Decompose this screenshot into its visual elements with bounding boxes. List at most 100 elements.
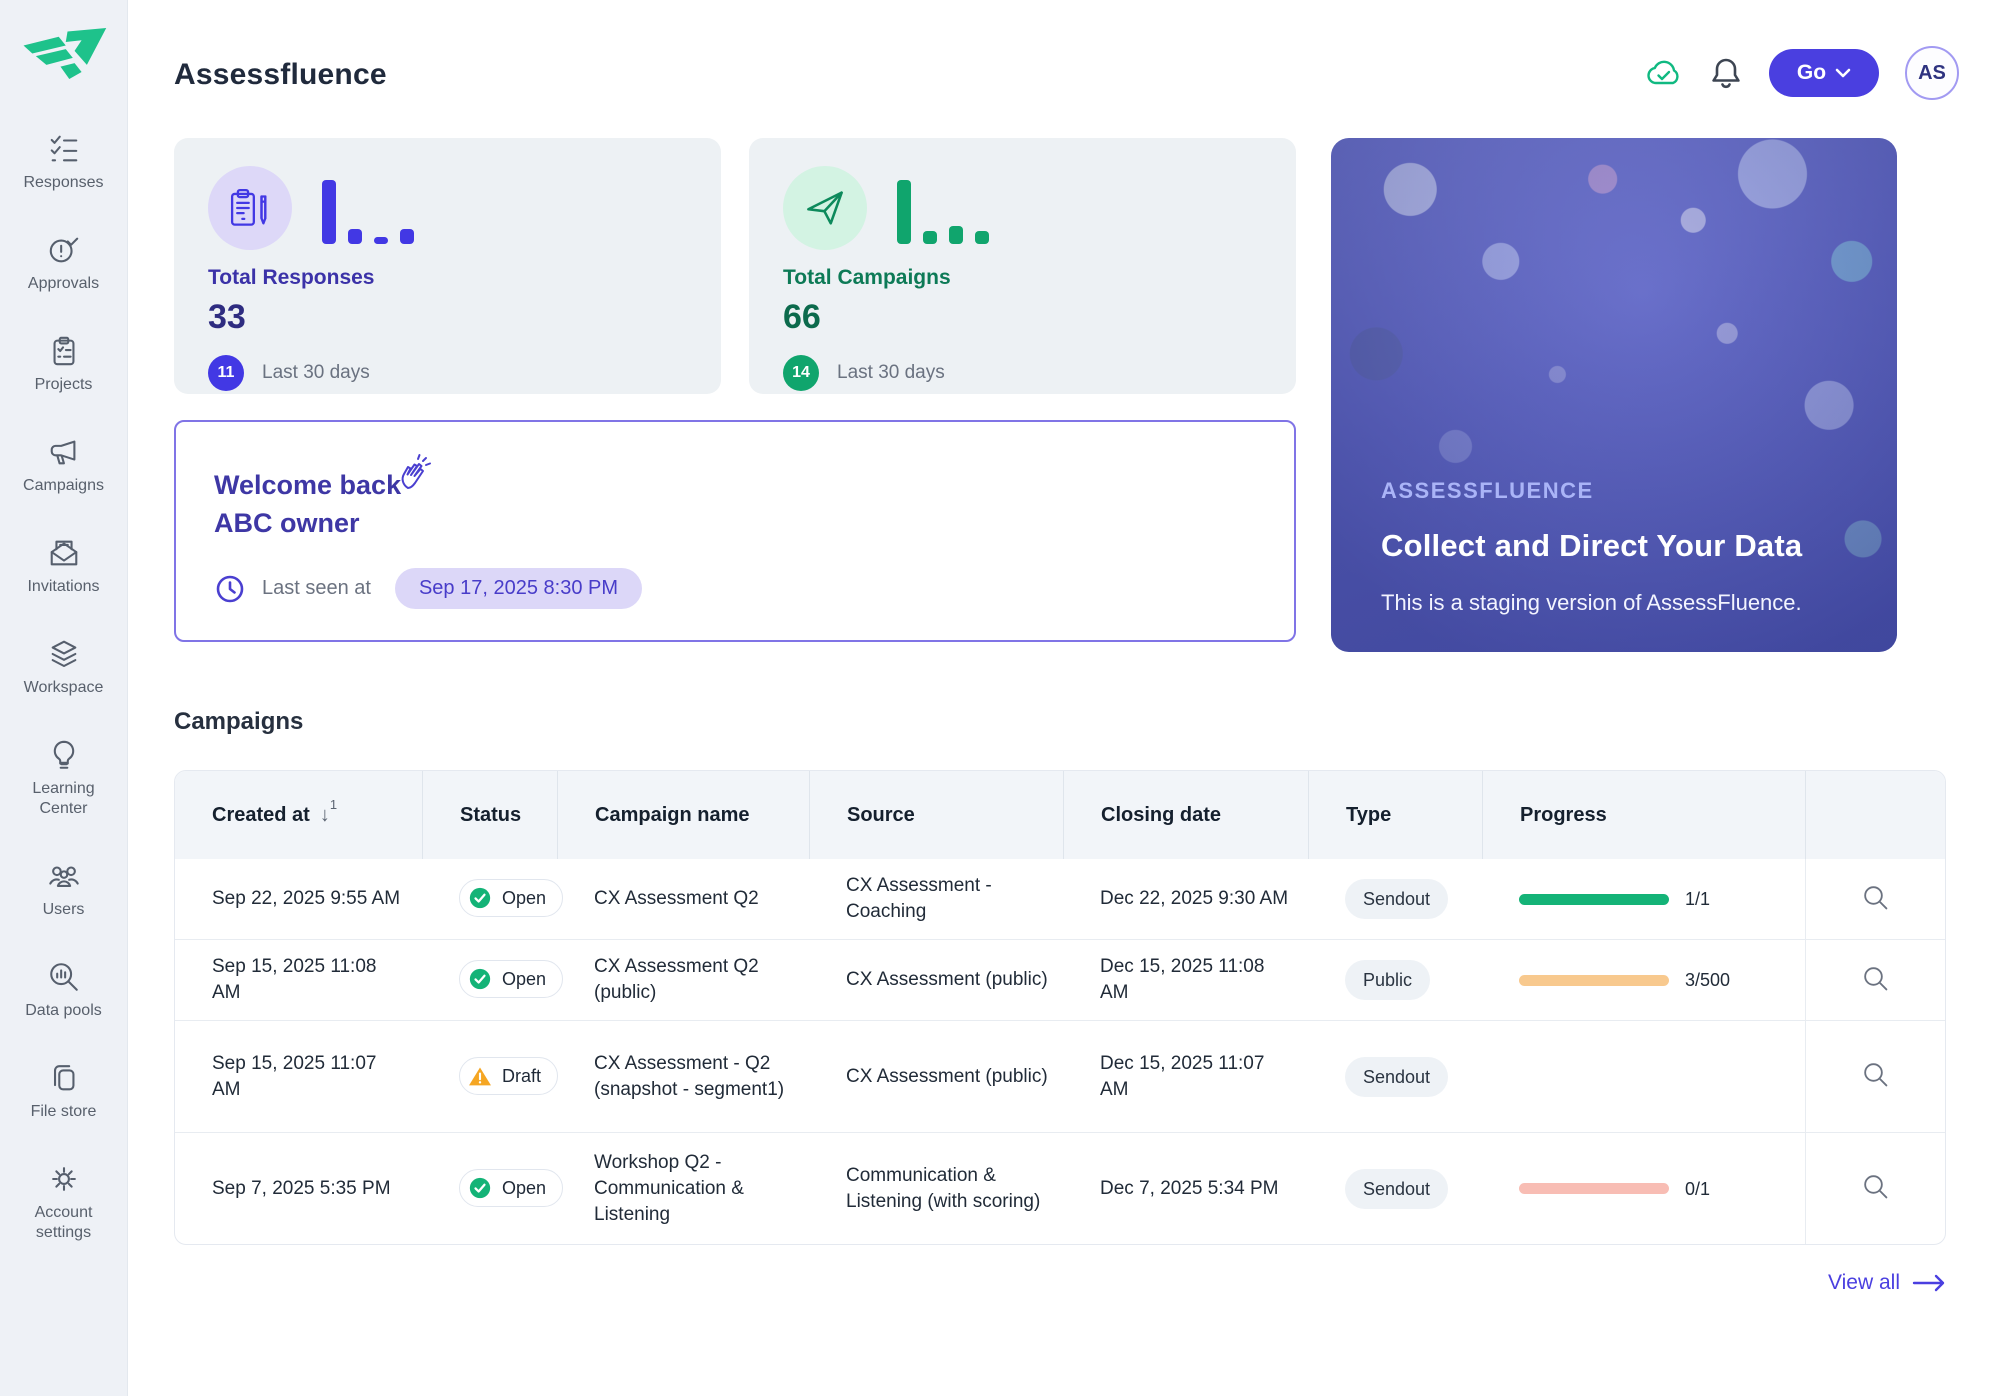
table-body: Sep 22, 2025 9:55 AMOpenCX Assessment Q2… (175, 859, 1945, 1244)
sidebar-item-approvals[interactable]: Approvals (0, 233, 127, 294)
column-header-created-at[interactable]: Created at ↓1 (175, 771, 422, 859)
check-circle-icon (467, 885, 493, 911)
sidebar-item-users[interactable]: Users (0, 859, 127, 920)
type-badge: Sendout (1345, 879, 1448, 919)
welcome-user: ABC owner (214, 504, 1256, 542)
cell-actions (1805, 859, 1945, 939)
cell-closing-date: Dec 15, 2025 11:07 AM (1063, 1037, 1308, 1117)
welcome-card: Welcome back ABC owner Last s (174, 420, 1296, 642)
row-search-button[interactable] (1852, 1165, 1900, 1213)
sort-indicator: ↓1 (320, 805, 337, 825)
table-row[interactable]: Sep 7, 2025 5:35 PMOpenWorkshop Q2 - Com… (175, 1132, 1945, 1244)
bell-icon[interactable] (1709, 55, 1743, 91)
sidebar-item-datapools[interactable]: Data pools (0, 960, 127, 1021)
column-header-campaign-name[interactable]: Campaign name (557, 771, 809, 859)
sidebar-item-learning[interactable]: Learning Center (0, 738, 127, 819)
column-header-actions (1805, 771, 1945, 859)
cell-campaign-name: Workshop Q2 - Communication & Listening (557, 1136, 809, 1242)
stat-period-label: Last 30 days (262, 362, 370, 384)
status-label: Draft (502, 1063, 541, 1089)
column-header-label: Progress (1520, 804, 1607, 827)
cell-created-at: Sep 22, 2025 9:55 AM (175, 872, 422, 926)
cell-created-at: Sep 15, 2025 11:07 AM (175, 1037, 422, 1117)
progress-label: 1/1 (1685, 886, 1710, 912)
status-label: Open (502, 966, 546, 992)
cell-progress: 0/1 (1482, 1162, 1805, 1216)
status-badge-open: Open (459, 879, 563, 917)
cell-status: Open (422, 1155, 557, 1223)
mini-bar (322, 180, 336, 244)
column-header-label: Created at (212, 804, 310, 827)
sidebar-item-projects[interactable]: Projects (0, 334, 127, 395)
sidebar-item-label: Account settings (8, 1203, 120, 1243)
column-header-source[interactable]: Source (809, 771, 1063, 859)
column-header-status[interactable]: Status (422, 771, 557, 859)
check-circle-icon (467, 966, 493, 992)
sidebar-item-invitations[interactable]: Invitations (0, 536, 127, 597)
app-logo-icon[interactable] (20, 26, 108, 88)
promo-subtitle: This is a staging version of AssessFluen… (1381, 590, 1802, 616)
left-column: Total Responses 33 11 Last 30 days (174, 138, 1296, 642)
column-header-label: Type (1346, 804, 1391, 827)
row-search-button[interactable] (1852, 956, 1900, 1004)
invitations-icon (47, 536, 81, 570)
cell-actions (1805, 940, 1945, 1020)
stats-row: Total Responses 33 11 Last 30 days (174, 138, 1296, 394)
top-bar: Assessfluence Go AS (174, 44, 1959, 108)
stat-value: 66 (783, 298, 1262, 337)
promo-title: Collect and Direct Your Data (1381, 528, 1802, 564)
sidebar-item-workspace[interactable]: Workspace (0, 637, 127, 698)
last-seen-label: Last seen at (262, 577, 371, 600)
status-label: Open (502, 885, 546, 911)
mini-bar (400, 229, 414, 244)
campaigns-table: Created at ↓1 StatusCampaign nameSourceClo… (174, 770, 1946, 1245)
sidebar-item-label: Invitations (27, 577, 99, 597)
column-header-progress[interactable]: Progress (1482, 771, 1805, 859)
stat-value: 33 (208, 298, 687, 337)
table-row[interactable]: Sep 15, 2025 11:08 AMOpenCX Assessment Q… (175, 939, 1945, 1020)
status-badge-open: Open (459, 960, 563, 998)
table-row[interactable]: Sep 15, 2025 11:07 AM Draft CX Assessment … (175, 1020, 1945, 1132)
stat-badge: 11 (208, 355, 244, 391)
progress-bar (1519, 894, 1669, 905)
sidebar: Responses Approvals Projects Campaigns Invit… (0, 0, 128, 1396)
sidebar-item-label: Responses (23, 173, 103, 193)
type-badge: Sendout (1345, 1169, 1448, 1209)
cell-type: Sendout (1308, 865, 1482, 933)
cell-closing-date: Dec 15, 2025 11:08 AM (1063, 940, 1308, 1020)
view-all-link[interactable]: View all (1828, 1271, 1946, 1295)
sidebar-item-settings[interactable]: Account settings (0, 1162, 127, 1243)
cell-campaign-name: CX Assessment - Q2 (snapshot - segment1) (557, 1037, 809, 1117)
go-button[interactable]: Go (1769, 49, 1879, 97)
mini-bar (348, 229, 362, 244)
cell-created-at: Sep 7, 2025 5:35 PM (175, 1162, 422, 1216)
arrow-right-icon (1912, 1274, 1946, 1292)
mini-bar (923, 231, 937, 244)
chevron-down-icon (1835, 68, 1851, 78)
status-badge-draft: Draft (459, 1057, 558, 1095)
approvals-icon (47, 233, 81, 267)
row-search-button[interactable] (1852, 875, 1900, 923)
stat-card-total-responses: Total Responses 33 11 Last 30 days (174, 138, 721, 394)
column-header-closing-date[interactable]: Closing date (1063, 771, 1308, 859)
cell-progress: 3/500 (1482, 953, 1805, 1007)
cell-closing-date: Dec 22, 2025 9:30 AM (1063, 872, 1308, 926)
column-header-type[interactable]: Type (1308, 771, 1482, 859)
search-icon (1861, 883, 1891, 916)
last-seen-value: Sep 17, 2025 8:30 PM (395, 568, 642, 609)
sidebar-item-campaigns[interactable]: Campaigns (0, 435, 127, 496)
sidebar-item-label: File store (31, 1102, 97, 1122)
avatar[interactable]: AS (1905, 46, 1959, 100)
mini-bar-chart-campaigns (897, 180, 989, 250)
sidebar-item-label: Projects (35, 375, 93, 395)
sidebar-item-filestore[interactable]: File store (0, 1061, 127, 1122)
cloud-check-icon[interactable] (1645, 56, 1683, 90)
row-search-button[interactable] (1852, 1053, 1900, 1101)
table-row[interactable]: Sep 22, 2025 9:55 AMOpenCX Assessment Q2… (175, 859, 1945, 939)
dashboard-top-row: Total Responses 33 11 Last 30 days (174, 138, 1959, 652)
sidebar-item-responses[interactable]: Responses (0, 132, 127, 193)
top-actions: Go AS (1645, 44, 1959, 100)
table-header-row: Created at ↓1 StatusCampaign nameSourceClo… (175, 771, 1945, 859)
stat-label: Total Responses (208, 266, 687, 290)
cell-created-at: Sep 15, 2025 11:08 AM (175, 940, 422, 1020)
